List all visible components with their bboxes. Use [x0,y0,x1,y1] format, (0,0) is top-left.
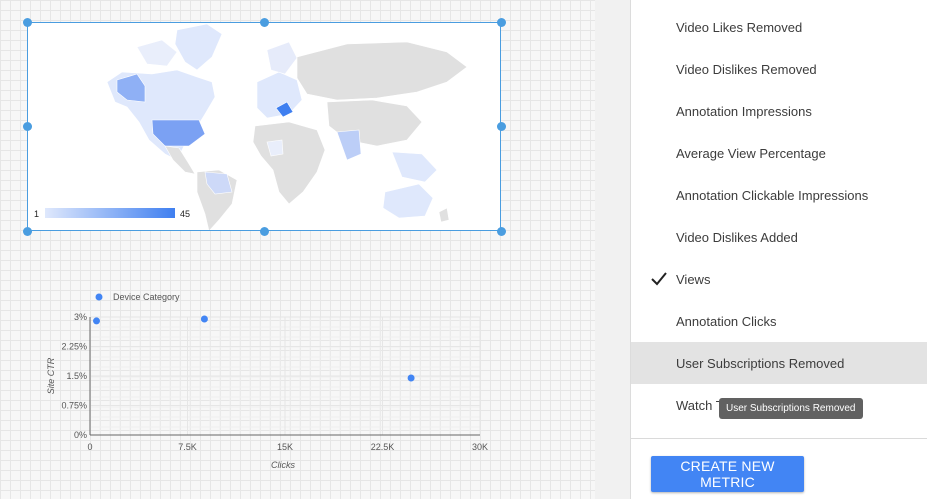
metric-item[interactable]: User Subscriptions Removed [631,342,927,384]
scatter-chart[interactable]: Device Category 0% 0.75% 1.5% 2.25% 3% 0 7.5K 1… [40,282,500,487]
create-new-metric-button[interactable]: CREATE NEW METRIC [651,456,804,492]
legend-min-value: 1 [34,209,40,219]
x-tick-label: 0 [87,442,92,452]
resize-handle-right[interactable] [497,122,506,131]
y-tick-label: 0.75% [61,401,87,411]
metric-item-label: Video Dislikes Added [676,229,798,245]
resize-handle-bottom-right[interactable] [497,227,506,236]
metric-item-label: User Subscriptions Removed [676,355,845,371]
resize-handle-top[interactable] [260,18,269,27]
metric-item-label: Video Likes Removed [676,19,803,35]
checkmark-icon [651,272,667,286]
resize-handle-top-right[interactable] [497,18,506,27]
scatter-plot-svg: Device Category 0% 0.75% 1.5% 2.25% 3% 0 7.5K 1… [46,292,488,470]
geo-map-chart[interactable]: 1 45 [23,18,506,236]
legend-marker [95,293,103,301]
y-tick-label: 3% [74,312,87,322]
y-axis-title: Site CTR [46,357,56,394]
report-canvas[interactable]: 1 45 Device Category 0% 0.75% 1.5% 2.25% 3% 0… [0,0,595,499]
selection-border [27,22,501,231]
x-axis-title: Clicks [271,460,295,470]
resize-handle-bottom-left[interactable] [23,227,32,236]
tooltip: User Subscriptions Removed [719,398,863,419]
metric-item-label: Annotation Clickable Impressions [676,187,869,203]
metric-item[interactable]: Views [631,258,927,300]
y-tick-label: 2.25% [61,342,87,352]
scatter-point[interactable] [200,315,208,323]
metric-item[interactable]: Average View Percentage [631,132,927,174]
resize-handle-top-left[interactable] [23,18,32,27]
x-tick-label: 22.5K [371,442,395,452]
metric-item[interactable]: Annotation Impressions [631,90,927,132]
metric-item-label: Video Dislikes Removed [676,61,817,77]
metric-item-label: Average View Percentage [676,145,826,161]
metric-item[interactable]: Video Dislikes Removed [631,48,927,90]
legend-max-value: 45 [180,209,191,219]
x-tick-label: 15K [277,442,293,452]
x-tick-label: 30K [472,442,488,452]
legend-label: Device Category [113,292,180,302]
panel-scroll-gutter [595,0,631,499]
y-tick-label: 0% [74,430,87,440]
metric-item[interactable]: Video Likes Removed [631,6,927,48]
panel-divider [631,438,927,439]
metric-picker-panel: Video Likes Removed Video Dislikes Remove… [631,0,927,499]
scatter-point[interactable] [93,317,100,325]
color-scale-bar [45,208,175,218]
metric-item[interactable]: Annotation Clickable Impressions [631,174,927,216]
metric-item[interactable]: Annotation Clicks [631,300,927,342]
scatter-point[interactable] [407,374,415,382]
metric-item-label: Annotation Impressions [676,103,812,119]
metric-item-label: Views [676,271,711,287]
resize-handle-bottom[interactable] [260,227,269,236]
x-tick-label: 7.5K [178,442,197,452]
metric-item-label: Annotation Clicks [676,313,777,329]
y-tick-label: 1.5% [66,371,87,381]
metric-item[interactable]: Video Dislikes Added [631,216,927,258]
resize-handle-left[interactable] [23,122,32,131]
